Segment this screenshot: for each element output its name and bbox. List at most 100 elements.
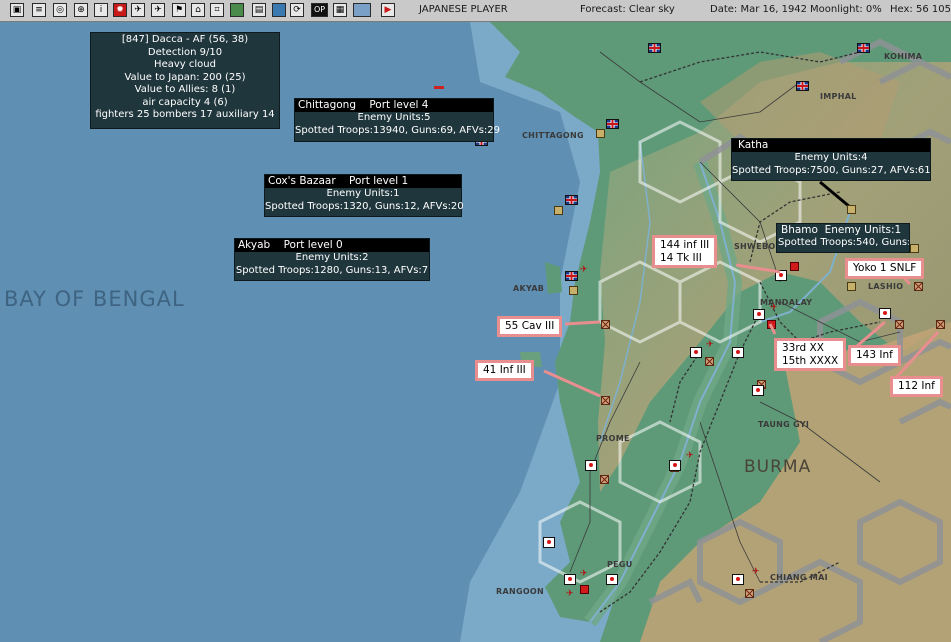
- aircraft-icon[interactable]: ✈: [580, 266, 590, 275]
- japanese-unit-flag[interactable]: [879, 308, 891, 319]
- ship-icon[interactable]: ⊕: [74, 3, 88, 17]
- unit-callout-143-inf[interactable]: 143 Inf: [848, 345, 901, 366]
- allied-unit-flag[interactable]: [648, 43, 661, 53]
- coxs-bazaar-info-panel: Cox's Bazaar Port level 1 Enemy Units:1 …: [264, 174, 464, 217]
- dacca-weather: Heavy cloud: [154, 59, 216, 70]
- dacca-title: [847] Dacca - AF (56, 38): [121, 34, 249, 45]
- unit-callout-112-inf[interactable]: 112 Inf: [890, 376, 943, 397]
- allied-unit-flag[interactable]: [606, 119, 619, 129]
- place-akyab: AKYAB: [513, 284, 545, 293]
- coxs-spotted: Spotted Troops:1320, Guns:12, AFVs:20: [265, 200, 464, 212]
- japanese-unit-flag[interactable]: [732, 574, 744, 585]
- unit-marker[interactable]: [601, 396, 610, 405]
- chittagong-port: Port level 4: [369, 99, 429, 111]
- japanese-unit-flag[interactable]: [690, 347, 702, 358]
- report-icon[interactable]: ≡: [32, 3, 46, 17]
- japanese-unit-flag[interactable]: [585, 460, 597, 471]
- japanese-unit-flag[interactable]: [752, 385, 764, 396]
- katha-spotted: Spotted Troops:7500, Guns:27, AFVs:61: [732, 164, 931, 176]
- moonlight-label: Moonlight: 0%: [810, 4, 882, 15]
- end-turn-icon[interactable]: ▶: [381, 3, 395, 17]
- toolbar: ▣ ≡ ◎ ⊕ i ✹ ✈ ✈ ⚑ ⌂ ⌗ ▤ ⟳ OP ▦ ▶ JAPANES…: [0, 0, 951, 22]
- air-icon[interactable]: ✈: [131, 3, 145, 17]
- place-chittagong: CHITTAGONG: [522, 131, 584, 140]
- base-icon[interactable]: [596, 129, 605, 138]
- allied-unit-flag[interactable]: [796, 81, 809, 91]
- allied-unit-flag[interactable]: [565, 195, 578, 205]
- unit-marker[interactable]: [914, 282, 923, 291]
- unit-callout-41-inf[interactable]: 41 Inf III: [475, 360, 534, 381]
- place-rangoon: RANGOON: [496, 587, 545, 596]
- bhamo-spotted: Spotted Troops:540, Guns:0,: [778, 236, 910, 248]
- allied-unit-flag[interactable]: [857, 43, 870, 53]
- region-label: BURMA: [744, 457, 812, 477]
- base-icon[interactable]: [910, 244, 919, 253]
- list-icon[interactable]: ▦: [333, 3, 347, 17]
- supply-icon[interactable]: ▤: [252, 3, 266, 17]
- ground-icon[interactable]: ⌂: [191, 3, 205, 17]
- base-icon[interactable]: [847, 205, 856, 214]
- callout-line: 15th XXXX: [782, 354, 839, 367]
- callout-line: 41 Inf III: [483, 364, 526, 376]
- japanese-unit-flag[interactable]: [564, 574, 576, 585]
- callout-line: 112 Inf: [898, 380, 935, 392]
- unit-marker[interactable]: [745, 589, 754, 598]
- unit-callout-144-inf[interactable]: 144 inf III 14 Tk III: [652, 235, 718, 268]
- globe-icon[interactable]: [272, 3, 286, 17]
- base-icon[interactable]: [554, 206, 563, 215]
- coxs-port: Port level 1: [349, 175, 409, 187]
- unit-marker[interactable]: [936, 320, 945, 329]
- chittagong-units: Enemy Units:5: [357, 112, 431, 123]
- flag-icon[interactable]: ✹: [113, 3, 127, 17]
- dacca-value-allies: Value to Allies: 8 (1): [134, 84, 236, 95]
- unit-callout-yoko-snlf[interactable]: Yoko 1 SNLF: [845, 258, 925, 279]
- map-area[interactable]: BAY OF BENGAL BURMA KOHIMA IMPHAL CHITTA…: [0, 22, 951, 642]
- katha-info-panel: Katha Enemy Units:4 Spotted Troops:7500,…: [731, 138, 931, 181]
- akyab-info-panel: Akyab Port level 0 Enemy Units:2 Spotted…: [234, 238, 430, 281]
- op-icon[interactable]: OP: [311, 3, 328, 17]
- aircraft-icon[interactable]: ✈: [686, 452, 696, 461]
- combat-marker[interactable]: [580, 585, 589, 594]
- aircraft-icon[interactable]: ✈: [566, 590, 576, 599]
- place-chiang-mai: CHIANG MAI: [770, 573, 828, 582]
- aircraft-icon[interactable]: ✈: [752, 568, 762, 577]
- japanese-unit-flag[interactable]: [775, 270, 787, 281]
- japanese-unit-flag[interactable]: [732, 347, 744, 358]
- allied-unit-flag[interactable]: [565, 271, 578, 281]
- airgroup-icon[interactable]: ◎: [53, 3, 67, 17]
- refresh-icon[interactable]: ⟳: [290, 3, 304, 17]
- place-shwebo: SHWEBO: [734, 242, 776, 251]
- japanese-unit-flag[interactable]: [753, 309, 765, 320]
- land-icon[interactable]: ⌗: [210, 3, 224, 17]
- aircraft-icon[interactable]: ✈: [770, 304, 780, 313]
- display-icon[interactable]: [353, 3, 371, 17]
- bhamo-name: Bhamo: [781, 224, 818, 236]
- aircraft-icon[interactable]: ✈: [706, 341, 716, 350]
- combat-marker[interactable]: [767, 320, 776, 329]
- unit-marker[interactable]: [600, 475, 609, 484]
- callout-line: 33rd XX: [782, 342, 824, 354]
- place-taung-gyi: TAUNG GYI: [758, 420, 810, 429]
- map-icon[interactable]: ▣: [10, 3, 24, 17]
- japanese-unit-flag[interactable]: [606, 574, 618, 585]
- unit-marker[interactable]: [601, 320, 610, 329]
- plane-icon[interactable]: ✈: [151, 3, 165, 17]
- akyab-units: Enemy Units:2: [295, 252, 369, 263]
- aircraft-icon[interactable]: ✈: [580, 570, 590, 579]
- unit-callout-33rd-xx[interactable]: 33rd XX 15th XXXX: [774, 338, 847, 371]
- combat-marker[interactable]: [790, 262, 799, 271]
- japanese-unit-flag[interactable]: [669, 460, 681, 471]
- info-icon[interactable]: i: [94, 3, 108, 17]
- unit-marker[interactable]: [895, 320, 904, 329]
- unit-callout-55-cav[interactable]: 55 Cav III: [497, 316, 563, 337]
- cargo-icon[interactable]: [230, 3, 244, 17]
- flag2-icon[interactable]: ⚑: [172, 3, 186, 17]
- date-label: Date: Mar 16, 1942: [710, 4, 808, 15]
- base-icon[interactable]: [569, 286, 578, 295]
- katha-name: Katha: [738, 139, 769, 151]
- dacca-value-japan: Value to Japan: 200 (25): [124, 71, 246, 83]
- base-icon[interactable]: [847, 282, 856, 291]
- japanese-unit-flag[interactable]: [543, 537, 555, 548]
- dacca-detection: Detection 9/10: [147, 46, 223, 58]
- unit-marker[interactable]: [705, 357, 714, 366]
